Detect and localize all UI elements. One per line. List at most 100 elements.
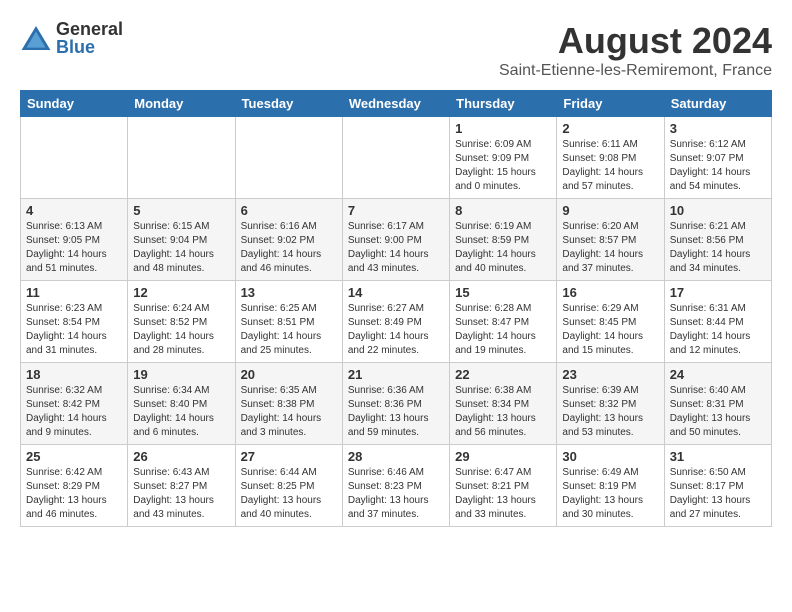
day-info: Sunrise: 6:50 AMSunset: 8:17 PMDaylight:… [670,466,766,522]
week-row-3: 11Sunrise: 6:23 AMSunset: 8:54 PMDayligh… [21,281,772,363]
calendar-cell: 30 Sunrise: 6:49 AMSunset: 8:19 PMDayligh… [557,445,664,527]
calendar-cell: 6Sunrise: 6:16 AMSunset: 9:02 PMDaylight… [235,199,342,281]
day-info: Sunrise: 6:28 AMSunset: 8:47 PMDaylight:… [455,302,551,358]
calendar-cell: 31Sunrise: 6:50 AMSunset: 8:17 PMDayligh… [664,445,771,527]
day-info: Sunrise: 6:17 AMSunset: 9:00 PMDaylight:… [348,220,444,276]
day-number: 2 [562,121,658,136]
day-number: 25 [26,449,122,464]
logo-general-text: General [56,20,123,38]
day-info: Sunrise: 6:40 AMSunset: 8:31 PMDaylight:… [670,384,766,440]
calendar-cell [342,117,449,199]
calendar-cell: 29 Sunrise: 6:47 AMSunset: 8:21 PMDayligh… [450,445,557,527]
day-number: 21 [348,367,444,382]
day-info: Sunrise: 6:29 AMSunset: 8:45 PMDaylight:… [562,302,658,358]
calendar-cell: 4 Sunrise: 6:13 AMSunset: 9:05 PMDaylight… [21,199,128,281]
header-row: SundayMondayTuesdayWednesdayThursdayFrid… [21,91,772,117]
calendar-cell: 20 Sunrise: 6:35 AMSunset: 8:38 PMDayligh… [235,363,342,445]
day-number: 23 [562,367,658,382]
day-number: 27 [241,449,337,464]
calendar-cell: 16 Sunrise: 6:29 AMSunset: 8:45 PMDayligh… [557,281,664,363]
header: General Blue August 2024 Saint-Etienne-l… [20,20,772,80]
header-friday: Friday [557,91,664,117]
day-number: 5 [133,203,229,218]
calendar-cell: 26 Sunrise: 6:43 AMSunset: 8:27 PMDayligh… [128,445,235,527]
day-info: Sunrise: 6:43 AMSunset: 8:27 PMDaylight:… [133,466,229,522]
day-number: 1 [455,121,551,136]
calendar-cell: 13Sunrise: 6:25 AMSunset: 8:51 PMDayligh… [235,281,342,363]
header-tuesday: Tuesday [235,91,342,117]
day-info: Sunrise: 6:42 AMSunset: 8:29 PMDaylight:… [26,466,122,522]
calendar-cell: 21 Sunrise: 6:36 AMSunset: 8:36 PMDayligh… [342,363,449,445]
day-info: Sunrise: 6:34 AMSunset: 8:40 PMDaylight:… [133,384,229,440]
day-info: Sunrise: 6:35 AMSunset: 8:38 PMDaylight:… [241,384,337,440]
day-info: Sunrise: 6:39 AMSunset: 8:32 PMDaylight:… [562,384,658,440]
calendar-cell: 7 Sunrise: 6:17 AMSunset: 9:00 PMDaylight… [342,199,449,281]
logo-icon [20,22,52,54]
day-info: Sunrise: 6:23 AMSunset: 8:54 PMDaylight:… [26,302,122,358]
day-info: Sunrise: 6:38 AMSunset: 8:34 PMDaylight:… [455,384,551,440]
day-info: Sunrise: 6:36 AMSunset: 8:36 PMDaylight:… [348,384,444,440]
day-number: 15 [455,285,551,300]
day-number: 9 [562,203,658,218]
day-info: Sunrise: 6:19 AMSunset: 8:59 PMDaylight:… [455,220,551,276]
day-info: Sunrise: 6:49 AMSunset: 8:19 PMDaylight:… [562,466,658,522]
day-info: Sunrise: 6:27 AMSunset: 8:49 PMDaylight:… [348,302,444,358]
day-number: 30 [562,449,658,464]
day-number: 28 [348,449,444,464]
title-area: August 2024 Saint-Etienne-les-Remiremont… [499,20,772,80]
day-number: 19 [133,367,229,382]
day-info: Sunrise: 6:20 AMSunset: 8:57 PMDaylight:… [562,220,658,276]
calendar-cell: 8 Sunrise: 6:19 AMSunset: 8:59 PMDaylight… [450,199,557,281]
day-info: Sunrise: 6:31 AMSunset: 8:44 PMDaylight:… [670,302,766,358]
calendar-cell: 1 Sunrise: 6:09 AMSunset: 9:09 PMDaylight… [450,117,557,199]
day-number: 26 [133,449,229,464]
day-number: 14 [348,285,444,300]
header-sunday: Sunday [21,91,128,117]
day-number: 22 [455,367,551,382]
day-info: Sunrise: 6:32 AMSunset: 8:42 PMDaylight:… [26,384,122,440]
day-number: 4 [26,203,122,218]
calendar-cell: 18 Sunrise: 6:32 AMSunset: 8:42 PMDayligh… [21,363,128,445]
week-row-5: 25 Sunrise: 6:42 AMSunset: 8:29 PMDayligh… [21,445,772,527]
day-number: 18 [26,367,122,382]
calendar-cell [21,117,128,199]
day-info: Sunrise: 6:09 AMSunset: 9:09 PMDaylight:… [455,138,551,194]
calendar-table: SundayMondayTuesdayWednesdayThursdayFrid… [20,90,772,527]
header-monday: Monday [128,91,235,117]
calendar-cell: 17Sunrise: 6:31 AMSunset: 8:44 PMDayligh… [664,281,771,363]
calendar-cell: 3Sunrise: 6:12 AMSunset: 9:07 PMDaylight… [664,117,771,199]
location-title: Saint-Etienne-les-Remiremont, France [499,62,772,80]
calendar-cell: 25 Sunrise: 6:42 AMSunset: 8:29 PMDayligh… [21,445,128,527]
day-number: 12 [133,285,229,300]
day-number: 16 [562,285,658,300]
day-number: 20 [241,367,337,382]
week-row-4: 18 Sunrise: 6:32 AMSunset: 8:42 PMDayligh… [21,363,772,445]
day-number: 7 [348,203,444,218]
calendar-cell: 12 Sunrise: 6:24 AMSunset: 8:52 PMDayligh… [128,281,235,363]
month-title: August 2024 [499,20,772,62]
calendar-cell: 23 Sunrise: 6:39 AMSunset: 8:32 PMDayligh… [557,363,664,445]
calendar-cell: 19 Sunrise: 6:34 AMSunset: 8:40 PMDayligh… [128,363,235,445]
day-info: Sunrise: 6:16 AMSunset: 9:02 PMDaylight:… [241,220,337,276]
day-info: Sunrise: 6:12 AMSunset: 9:07 PMDaylight:… [670,138,766,194]
day-info: Sunrise: 6:46 AMSunset: 8:23 PMDaylight:… [348,466,444,522]
calendar-cell: 15 Sunrise: 6:28 AMSunset: 8:47 PMDayligh… [450,281,557,363]
day-info: Sunrise: 6:21 AMSunset: 8:56 PMDaylight:… [670,220,766,276]
day-info: Sunrise: 6:13 AMSunset: 9:05 PMDaylight:… [26,220,122,276]
calendar-cell: 22 Sunrise: 6:38 AMSunset: 8:34 PMDayligh… [450,363,557,445]
day-number: 8 [455,203,551,218]
header-saturday: Saturday [664,91,771,117]
calendar-cell: 5Sunrise: 6:15 AMSunset: 9:04 PMDaylight… [128,199,235,281]
day-info: Sunrise: 6:47 AMSunset: 8:21 PMDaylight:… [455,466,551,522]
day-number: 10 [670,203,766,218]
calendar-cell [128,117,235,199]
calendar-cell: 2 Sunrise: 6:11 AMSunset: 9:08 PMDaylight… [557,117,664,199]
header-wednesday: Wednesday [342,91,449,117]
day-info: Sunrise: 6:11 AMSunset: 9:08 PMDaylight:… [562,138,658,194]
day-number: 29 [455,449,551,464]
calendar-cell [235,117,342,199]
calendar-cell: 10 Sunrise: 6:21 AMSunset: 8:56 PMDayligh… [664,199,771,281]
week-row-1: 1 Sunrise: 6:09 AMSunset: 9:09 PMDaylight… [21,117,772,199]
calendar-cell: 11Sunrise: 6:23 AMSunset: 8:54 PMDayligh… [21,281,128,363]
day-info: Sunrise: 6:24 AMSunset: 8:52 PMDaylight:… [133,302,229,358]
